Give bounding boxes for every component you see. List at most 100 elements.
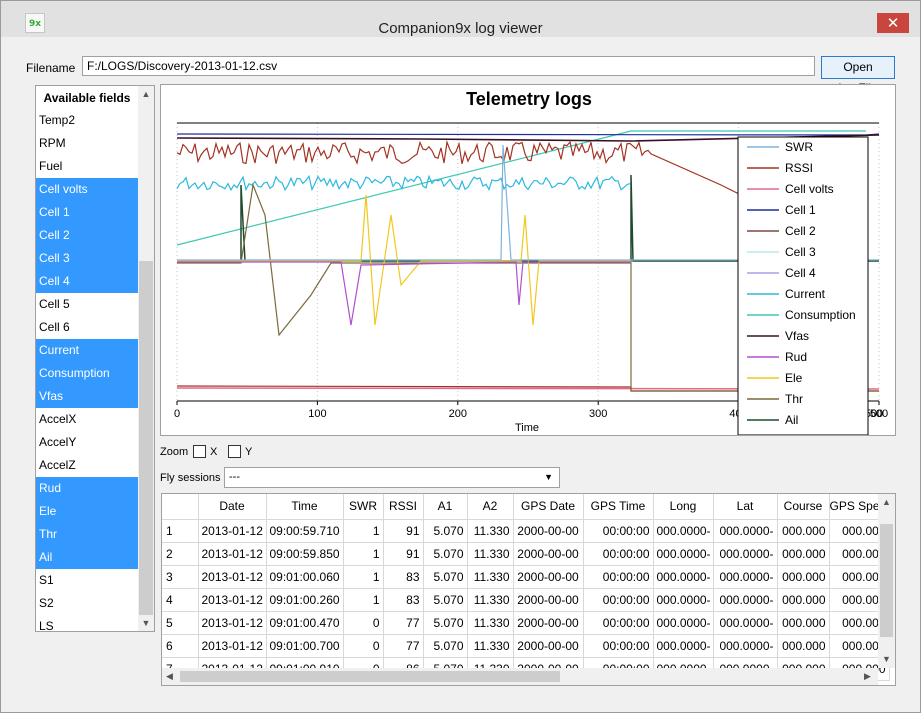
available-fields-list[interactable]: Available fields Temp2 RPM Fuel Cell volts C… [35, 85, 155, 632]
table-cell[interactable]: 83 [383, 565, 424, 589]
table-cell[interactable]: 1 [343, 588, 384, 612]
table-cell[interactable]: 2000-00-00 [513, 565, 584, 589]
telemetry-plot[interactable]: Telemetry logs 0100200300400500500 Time … [160, 84, 896, 436]
table-cell[interactable]: 000.0000- [713, 519, 778, 543]
table-cell[interactable]: 5.070 [423, 611, 468, 635]
field-item[interactable]: Consumption [36, 362, 138, 385]
table-cell[interactable]: 5.070 [423, 634, 468, 658]
field-item[interactable]: Cell 5 [36, 293, 138, 316]
table-vertical-scrollbar[interactable]: ▲ ▼ [878, 494, 895, 668]
field-item[interactable]: AccelX [36, 408, 138, 431]
table-cell[interactable]: 1 [343, 565, 384, 589]
table-horizontal-scroll-thumb[interactable] [180, 671, 560, 682]
table-cell[interactable]: 2000-00-00 [513, 611, 584, 635]
table-cell[interactable]: 2013-01-12 [198, 565, 267, 589]
table-cell[interactable]: 00:00:00 [583, 588, 654, 612]
table-cell[interactable]: 00:00:00 [583, 565, 654, 589]
table-cell[interactable]: 00:00:00 [583, 634, 654, 658]
field-item[interactable]: Cell volts [36, 178, 138, 201]
field-item[interactable]: Current [36, 339, 138, 362]
table-vertical-scroll-thumb[interactable] [880, 524, 893, 637]
table-row[interactable]: 4 2013-01-12 09:01:00.260 1 83 5.070 11.330 200… [162, 588, 890, 612]
table-cell[interactable]: 2013-01-12 [198, 588, 267, 612]
table-cell[interactable]: 000.000 [777, 542, 830, 566]
close-icon[interactable]: ✕ [877, 13, 909, 33]
table-cell[interactable]: 000.0000- [653, 542, 714, 566]
table-cell[interactable]: 000.0000- [653, 588, 714, 612]
table-cell[interactable]: 09:01:00.700 [266, 634, 344, 658]
table-cell[interactable]: 000.0000- [713, 542, 778, 566]
table-cell[interactable]: 09:01:00.260 [266, 588, 344, 612]
column-header[interactable]: Time [266, 494, 344, 520]
field-item[interactable]: Fuel [36, 155, 138, 178]
field-item[interactable]: RPM [36, 132, 138, 155]
field-item[interactable]: S2 [36, 592, 138, 615]
scroll-right-icon[interactable]: ▶ [864, 671, 871, 682]
row-number[interactable]: 1 [162, 519, 199, 543]
column-header[interactable]: GPS Date [513, 494, 584, 520]
field-item[interactable]: Cell 6 [36, 316, 138, 339]
field-item[interactable]: Cell 4 [36, 270, 138, 293]
row-number[interactable]: 5 [162, 611, 199, 635]
table-cell[interactable]: 000.000 [777, 611, 830, 635]
table-cell[interactable]: 2000-00-00 [513, 634, 584, 658]
filename-field[interactable]: F:/LOGS/Discovery-2013-01-12.csv [82, 56, 815, 76]
table-cell[interactable]: 2013-01-12 [198, 519, 267, 543]
table-cell[interactable]: 2000-00-00 [513, 519, 584, 543]
table-cell[interactable]: 000.0000- [713, 634, 778, 658]
table-cell[interactable]: 11.330 [467, 611, 514, 635]
table-cell[interactable]: 000.0000- [713, 611, 778, 635]
table-cell[interactable]: 00:00:00 [583, 542, 654, 566]
table-cell[interactable]: 09:01:00.060 [266, 565, 344, 589]
zoom-y-checkbox[interactable] [228, 445, 241, 458]
table-cell[interactable]: 000.0000- [653, 634, 714, 658]
scroll-down-icon[interactable]: ▼ [882, 654, 891, 664]
scroll-left-icon[interactable]: ◀ [166, 671, 173, 682]
table-cell[interactable]: 5.070 [423, 542, 468, 566]
table-cell[interactable]: 2013-01-12 [198, 542, 267, 566]
table-cell[interactable]: 00:00:00 [583, 519, 654, 543]
table-cell[interactable]: 91 [383, 519, 424, 543]
field-item[interactable]: Cell 3 [36, 247, 138, 270]
table-cell[interactable]: 09:01:00.470 [266, 611, 344, 635]
table-cell[interactable]: 00:00:00 [583, 611, 654, 635]
table-cell[interactable]: 0 [343, 634, 384, 658]
table-cell[interactable]: 000.0000- [713, 588, 778, 612]
table-row[interactable]: 1 2013-01-12 09:00:59.710 1 91 5.070 11.330 200… [162, 519, 890, 543]
table-cell[interactable]: 2000-00-00 [513, 542, 584, 566]
table-row[interactable]: 6 2013-01-12 09:01:00.700 0 77 5.070 11.330 200… [162, 634, 890, 658]
table-cell[interactable]: 2013-01-12 [198, 611, 267, 635]
row-number[interactable]: 3 [162, 565, 199, 589]
table-cell[interactable]: 000.0000- [653, 565, 714, 589]
table-cell[interactable]: 000.0000- [653, 611, 714, 635]
table-cell[interactable]: 11.330 [467, 588, 514, 612]
column-header[interactable]: GPS Time [583, 494, 654, 520]
table-row[interactable]: 5 2013-01-12 09:01:00.470 0 77 5.070 11.330 200… [162, 611, 890, 635]
row-number[interactable]: 2 [162, 542, 199, 566]
field-item[interactable]: Cell 1 [36, 201, 138, 224]
field-item[interactable]: Ele [36, 500, 138, 523]
table-cell[interactable]: 11.330 [467, 634, 514, 658]
field-item[interactable]: Cell 2 [36, 224, 138, 247]
table-cell[interactable]: 000.0000- [653, 519, 714, 543]
table-cell[interactable]: 0 [343, 611, 384, 635]
table-cell[interactable]: 5.070 [423, 588, 468, 612]
table-cell[interactable]: 83 [383, 588, 424, 612]
column-header[interactable]: A1 [423, 494, 468, 520]
table-cell[interactable]: 5.070 [423, 519, 468, 543]
row-number[interactable]: 4 [162, 588, 199, 612]
scroll-up-icon[interactable]: ▲ [138, 86, 154, 102]
table-cell[interactable]: 000.000 [777, 588, 830, 612]
table-cell[interactable]: 000.000 [777, 519, 830, 543]
column-header[interactable]: SWR [343, 494, 384, 520]
log-data-table[interactable]: Date Time SWR RSSI A1 A2 GPS Date GPS Time Long L… [161, 493, 896, 686]
column-header[interactable]: Course [777, 494, 830, 520]
zoom-x-checkbox[interactable] [193, 445, 206, 458]
table-row[interactable]: 3 2013-01-12 09:01:00.060 1 83 5.070 11.330 200… [162, 565, 890, 589]
field-item[interactable]: Rud [36, 477, 138, 500]
table-cell[interactable]: 5.070 [423, 565, 468, 589]
table-cell[interactable]: 77 [383, 611, 424, 635]
column-header[interactable]: RSSI [383, 494, 424, 520]
field-item[interactable]: Vfas [36, 385, 138, 408]
table-cell[interactable]: 11.330 [467, 542, 514, 566]
